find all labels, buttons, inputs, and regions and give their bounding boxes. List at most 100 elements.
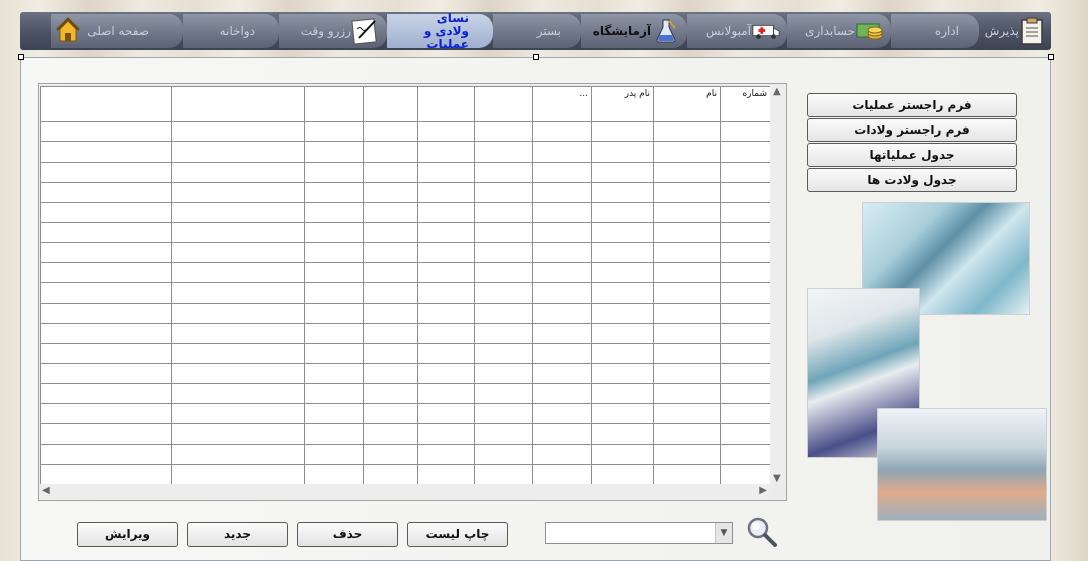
table-cell[interactable] bbox=[171, 141, 305, 163]
table-row[interactable] bbox=[40, 362, 771, 385]
table-cell[interactable] bbox=[532, 383, 592, 405]
table-cell[interactable] bbox=[591, 221, 654, 244]
table-cell[interactable] bbox=[417, 221, 475, 244]
table-cell[interactable] bbox=[304, 463, 364, 486]
table-cell[interactable] bbox=[474, 181, 533, 203]
scroll-down-icon[interactable]: ▼ bbox=[773, 473, 781, 484]
table-row[interactable] bbox=[40, 342, 771, 364]
scroll-up-icon[interactable]: ▲ bbox=[773, 86, 781, 97]
table-cell[interactable] bbox=[474, 141, 533, 163]
table-cell[interactable] bbox=[720, 403, 771, 425]
dropdown-arrow-icon[interactable]: ▼ bbox=[715, 523, 732, 543]
table-cell[interactable] bbox=[532, 463, 592, 486]
table-cell[interactable] bbox=[363, 282, 418, 304]
search-icon[interactable] bbox=[744, 515, 780, 549]
table-cell[interactable] bbox=[532, 282, 592, 304]
table-cell[interactable] bbox=[417, 161, 475, 183]
table-cell[interactable] bbox=[591, 141, 654, 163]
table-cell[interactable] bbox=[171, 302, 305, 324]
table-cell[interactable] bbox=[591, 362, 654, 385]
table-cell[interactable] bbox=[171, 181, 305, 203]
table-cell[interactable] bbox=[304, 302, 364, 324]
table-cell[interactable] bbox=[363, 161, 418, 183]
table-row[interactable] bbox=[40, 322, 771, 344]
table-cell[interactable] bbox=[417, 262, 475, 284]
table-cell[interactable] bbox=[720, 463, 771, 486]
table-cell[interactable] bbox=[363, 221, 418, 244]
table-cell[interactable] bbox=[304, 423, 364, 445]
table-cell[interactable] bbox=[40, 403, 172, 425]
table-cell[interactable] bbox=[304, 362, 364, 385]
table-cell[interactable] bbox=[363, 322, 418, 344]
table-row[interactable] bbox=[40, 201, 771, 223]
table-cell[interactable] bbox=[474, 322, 533, 344]
table-cell[interactable] bbox=[720, 342, 771, 364]
table-cell[interactable] bbox=[171, 201, 305, 223]
table-cell[interactable] bbox=[474, 423, 533, 445]
table-cell[interactable] bbox=[171, 221, 305, 244]
table-cell[interactable] bbox=[363, 383, 418, 405]
table-cell[interactable] bbox=[40, 443, 172, 465]
table-cell[interactable] bbox=[653, 161, 721, 183]
table-cell[interactable] bbox=[591, 121, 654, 143]
table-cell[interactable] bbox=[591, 262, 654, 284]
table-cell[interactable] bbox=[40, 181, 172, 203]
table-cell[interactable] bbox=[532, 221, 592, 244]
table-cell[interactable] bbox=[363, 262, 418, 284]
table-cell[interactable] bbox=[653, 242, 721, 264]
table-cell[interactable] bbox=[591, 322, 654, 344]
table-cell[interactable] bbox=[304, 383, 364, 405]
table-cell[interactable] bbox=[591, 443, 654, 465]
table-cell[interactable] bbox=[653, 282, 721, 304]
table-cell[interactable] bbox=[720, 121, 771, 143]
table-cell[interactable] bbox=[653, 342, 721, 364]
table-cell[interactable] bbox=[591, 282, 654, 304]
column-header[interactable]: ... bbox=[532, 85, 592, 123]
table-cell[interactable] bbox=[171, 423, 305, 445]
table-row[interactable] bbox=[40, 423, 771, 445]
table-row[interactable] bbox=[40, 221, 771, 244]
table-cell[interactable] bbox=[591, 161, 654, 183]
table-cell[interactable] bbox=[304, 242, 364, 264]
table-cell[interactable] bbox=[474, 403, 533, 425]
tab-home[interactable]: صفحه اصلی bbox=[51, 12, 183, 50]
table-cell[interactable] bbox=[591, 181, 654, 203]
table-cell[interactable] bbox=[304, 322, 364, 344]
search-input[interactable] bbox=[546, 523, 712, 544]
column-header[interactable]: نام پدر bbox=[591, 85, 654, 123]
table-cell[interactable] bbox=[474, 362, 533, 385]
table-cell[interactable] bbox=[417, 362, 475, 385]
table-cell[interactable] bbox=[304, 282, 364, 304]
table-cell[interactable] bbox=[474, 342, 533, 364]
table-cell[interactable] bbox=[653, 463, 721, 486]
table-cell[interactable] bbox=[474, 121, 533, 143]
table-cell[interactable] bbox=[653, 423, 721, 445]
tab-administration[interactable]: اداره bbox=[891, 12, 979, 50]
table-cell[interactable] bbox=[591, 463, 654, 486]
column-header[interactable] bbox=[304, 85, 364, 123]
table-cell[interactable] bbox=[720, 242, 771, 264]
table-row[interactable] bbox=[40, 181, 771, 203]
scroll-right-icon[interactable]: ▶ bbox=[759, 485, 767, 496]
table-cell[interactable] bbox=[363, 443, 418, 465]
table-cell[interactable] bbox=[474, 221, 533, 244]
table-cell[interactable] bbox=[474, 201, 533, 223]
table-cell[interactable] bbox=[417, 242, 475, 264]
table-cell[interactable] bbox=[532, 443, 592, 465]
table-row[interactable] bbox=[40, 121, 771, 143]
table-cell[interactable] bbox=[171, 282, 305, 304]
table-cell[interactable] bbox=[40, 141, 172, 163]
births-table-button[interactable]: جدول ولادت ها bbox=[807, 168, 1017, 192]
tab-pharmacy[interactable]: دواخانه bbox=[183, 12, 279, 50]
table-cell[interactable] bbox=[591, 242, 654, 264]
table-cell[interactable] bbox=[363, 463, 418, 486]
table-cell[interactable] bbox=[40, 282, 172, 304]
table-cell[interactable] bbox=[417, 463, 475, 486]
table-cell[interactable] bbox=[171, 161, 305, 183]
table-cell[interactable] bbox=[532, 342, 592, 364]
table-cell[interactable] bbox=[40, 201, 172, 223]
birth-register-form-button[interactable]: فرم راجستر ولادات bbox=[807, 118, 1017, 142]
table-cell[interactable] bbox=[363, 423, 418, 445]
table-cell[interactable] bbox=[653, 302, 721, 324]
table-cell[interactable] bbox=[363, 242, 418, 264]
